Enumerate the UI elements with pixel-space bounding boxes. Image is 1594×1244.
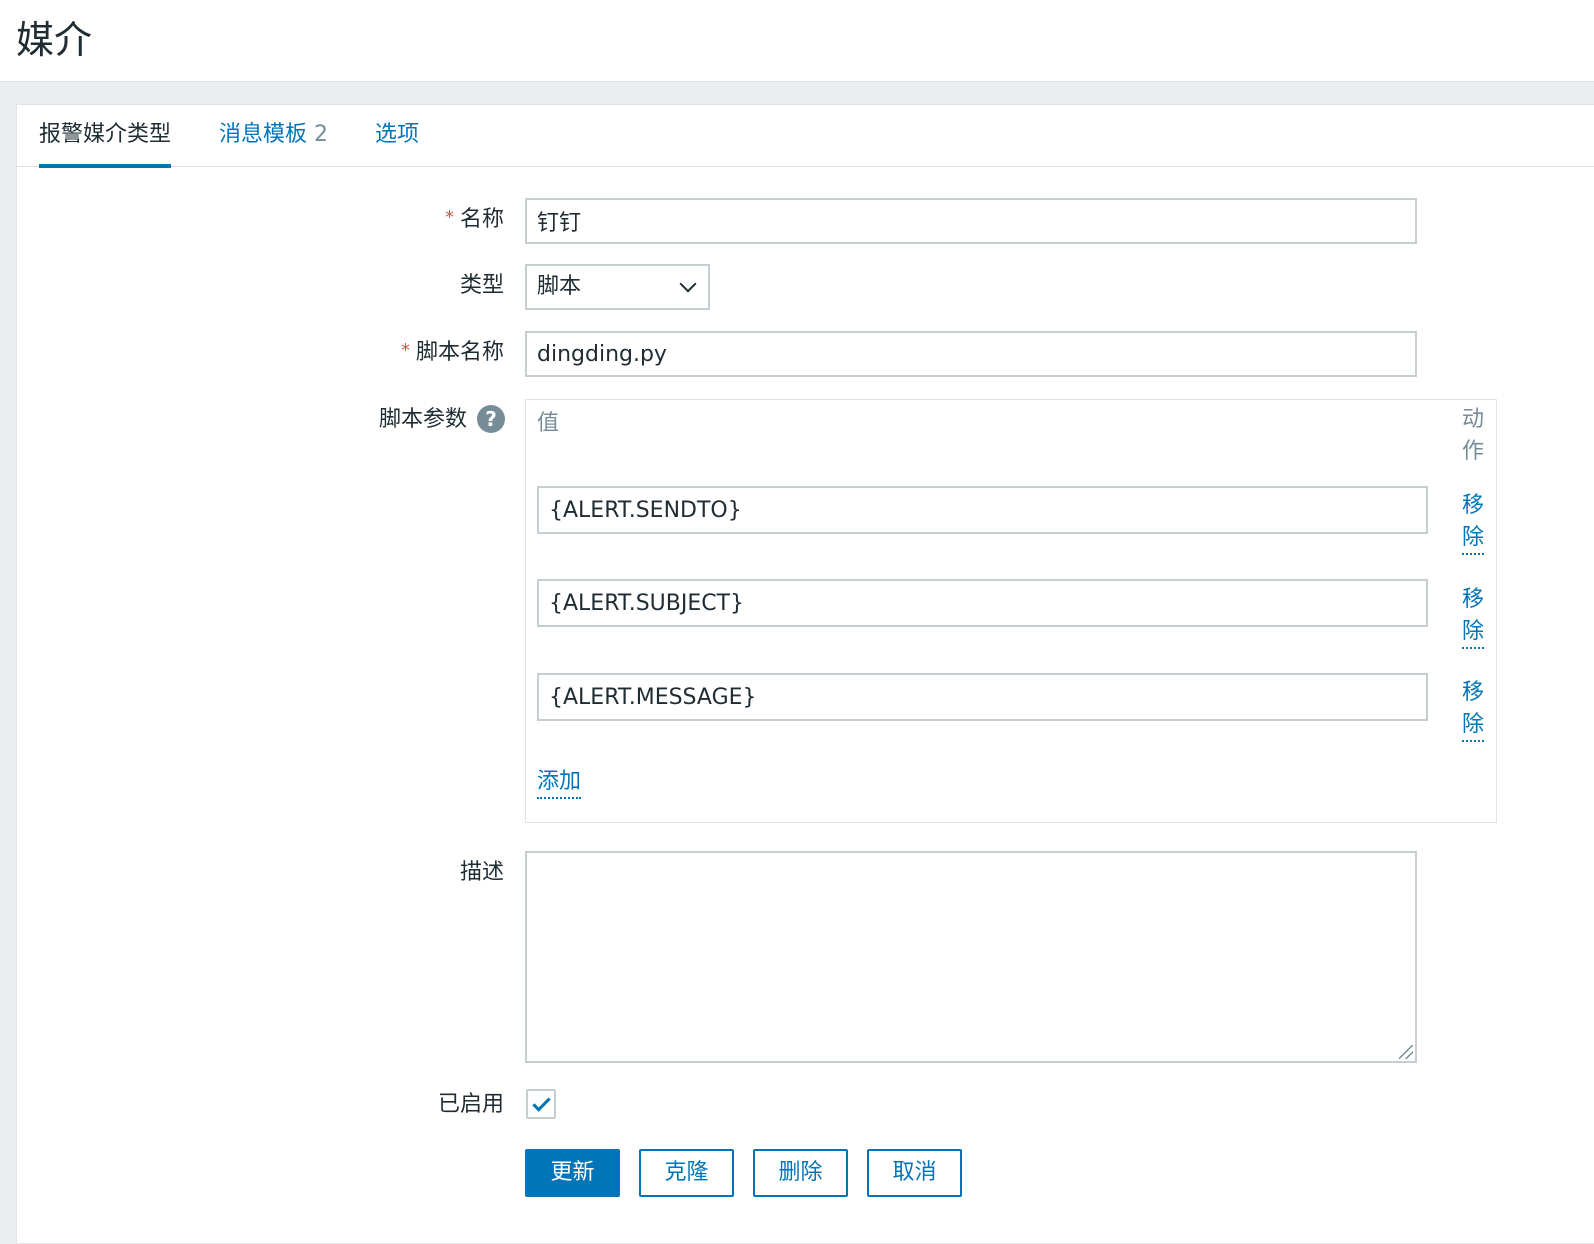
column-header-action: 动 作	[1461, 407, 1484, 464]
enabled-label: 已启用	[437, 1092, 504, 1117]
remove-param-link[interactable]: 移 除	[1460, 677, 1486, 742]
resize-handle-icon[interactable]	[1399, 1045, 1413, 1059]
description-textarea[interactable]	[525, 851, 1417, 1063]
enabled-checkbox[interactable]	[526, 1089, 556, 1119]
page-header: 媒介	[0, 0, 1594, 82]
remove-param-link[interactable]: 移 除	[1460, 490, 1486, 555]
description-label: 描述	[459, 860, 504, 885]
name-input[interactable]	[525, 198, 1417, 244]
script-name-label: * 脚本名称	[400, 340, 504, 365]
help-icon[interactable]: ?	[477, 405, 505, 433]
required-marker: *	[400, 340, 410, 361]
required-marker: *	[444, 207, 454, 228]
type-label: 类型	[459, 273, 504, 298]
update-button[interactable]: 更新	[525, 1149, 620, 1197]
script-params-label: 脚本参数	[378, 407, 467, 432]
param-input-message[interactable]	[537, 673, 1428, 721]
type-select[interactable]: 脚本	[525, 264, 710, 310]
add-param-link[interactable]: 添加	[537, 766, 582, 799]
delete-button[interactable]: 删除	[753, 1149, 848, 1197]
chevron-down-icon	[679, 275, 697, 293]
param-input-sendto[interactable]	[537, 486, 1428, 534]
script-name-input[interactable]	[525, 331, 1417, 377]
script-params-table: 值 动 作 移 除 移 除 移 除 添加	[525, 399, 1497, 823]
name-label: * 名称	[444, 207, 504, 232]
remove-param-link[interactable]: 移 除	[1460, 584, 1486, 649]
checkmark-icon	[532, 1093, 551, 1112]
tab-options[interactable]: 选项	[375, 105, 419, 167]
page-title: 媒介	[16, 18, 93, 62]
cancel-button[interactable]: 取消	[867, 1149, 962, 1197]
media-type-form-panel: 报警媒介类型 消息模板 2 选项 *名称 类型 脚本 *脚本名称 脚本参数 ? …	[16, 104, 1594, 1244]
tab-count-badge: 2	[314, 122, 329, 147]
column-header-value: 值	[537, 411, 560, 436]
param-input-subject[interactable]	[537, 579, 1428, 627]
clone-button[interactable]: 克隆	[639, 1149, 734, 1197]
tab-media-type[interactable]: 报警媒介类型	[39, 105, 172, 168]
tab-bar: 报警媒介类型 消息模板 2 选项	[17, 105, 1594, 168]
tab-message-templates[interactable]: 消息模板 2	[219, 105, 328, 167]
